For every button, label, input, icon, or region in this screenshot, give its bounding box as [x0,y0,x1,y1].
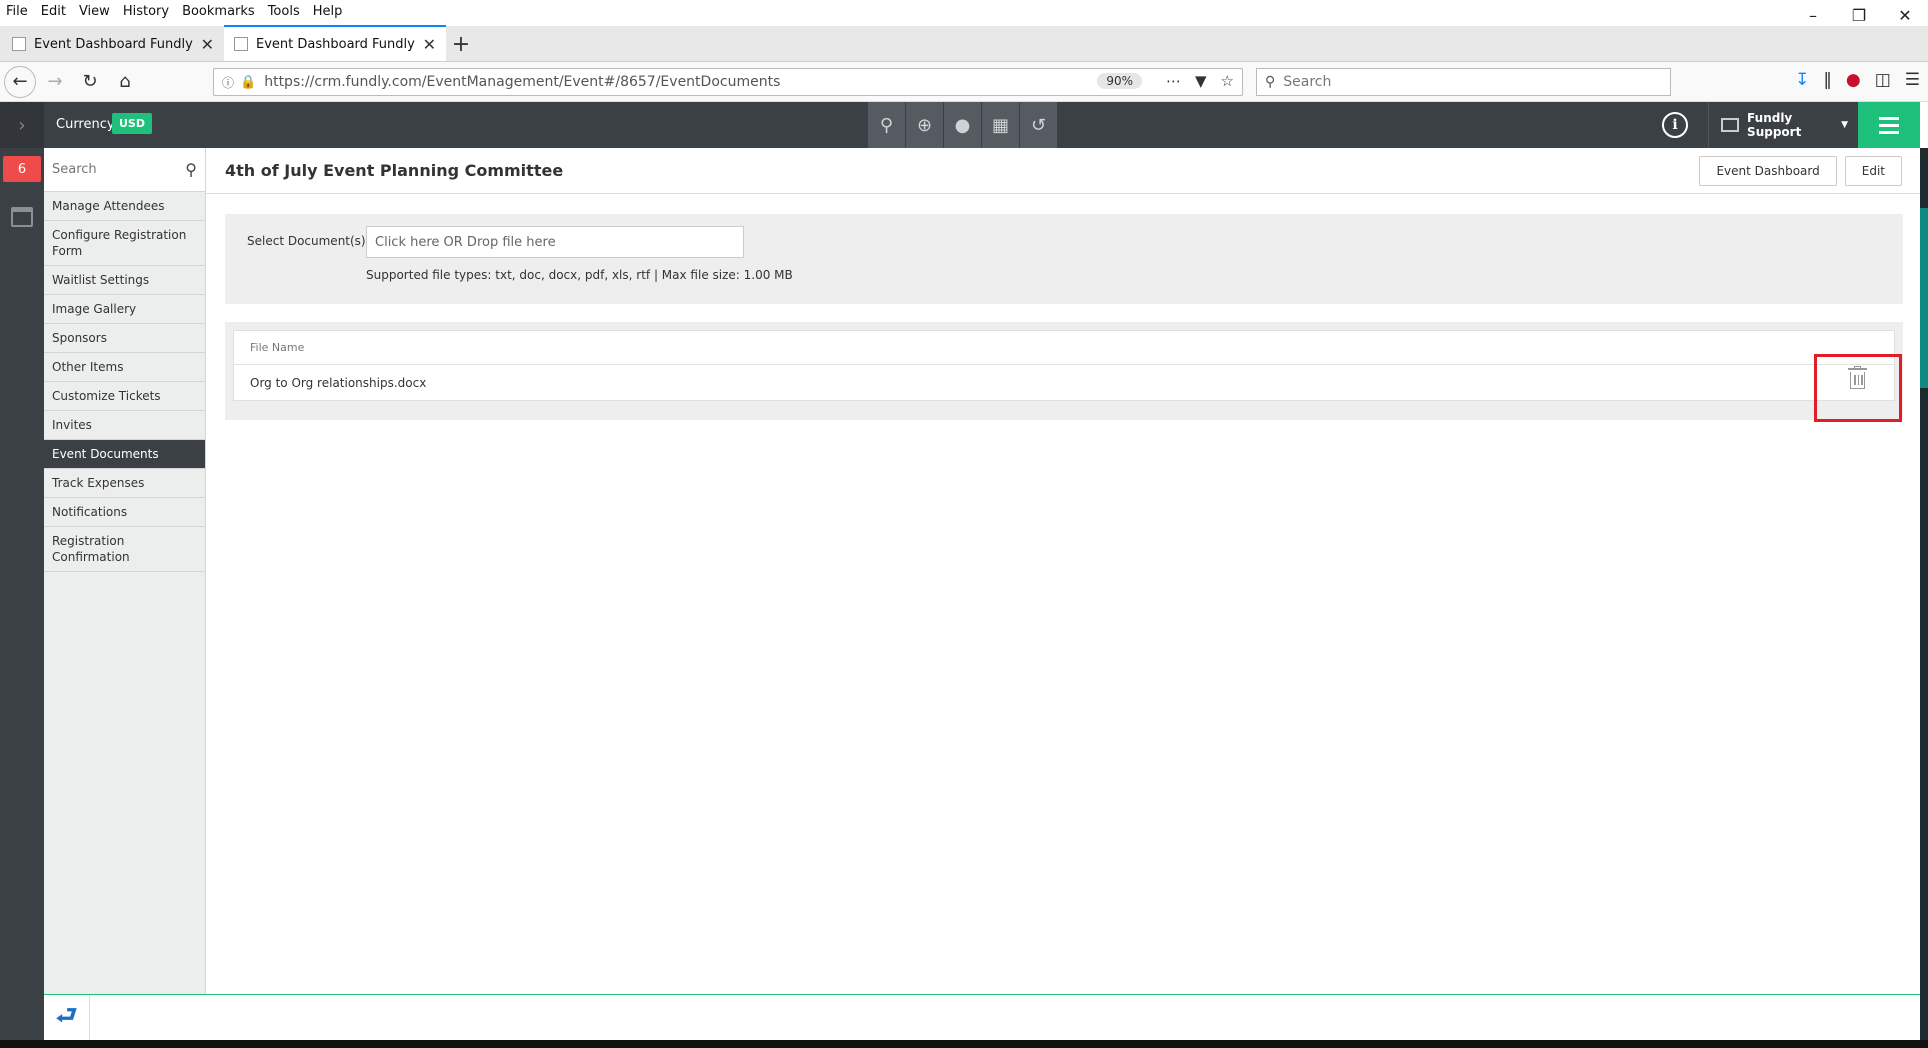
bookmark-star-icon[interactable]: ☆ [1221,72,1234,90]
caret-down-icon: ▼ [1841,120,1848,130]
select-documents-label: Select Document(s): [247,234,370,248]
sidebar-item-invites[interactable]: Invites [44,411,205,440]
close-icon[interactable]: ✕ [423,35,436,54]
tab-strip: Event Dashboard Fundly CRM ✕ Event Dashb… [0,25,1928,62]
back-icon[interactable]: ← [4,65,36,98]
footer-bar: ⮐ [44,994,1920,1041]
sidebar-item-sponsors[interactable]: Sponsors [44,324,205,353]
zoom-level[interactable]: 90% [1097,73,1142,89]
tab-title: Event Dashboard Fundly CRM [256,36,417,52]
info-icon[interactable]: i [1662,112,1688,138]
forward-icon[interactable]: → [39,66,71,98]
taskbar-strip [0,1040,1928,1048]
search-icon[interactable]: ⚲ [185,160,197,179]
browser-navbar: ← → ↻ ⌂ ⓘ 🔒 https://crm.fundly.com/Event… [0,62,1928,102]
pinterest-icon[interactable]: ● [1846,70,1861,90]
search-placeholder: Search [1283,74,1332,90]
page-icon [12,37,26,51]
toolbar-right: ↧ ‖ ● ◫ ☰ [1795,70,1920,90]
table-row: Org to Org relationships.docx [234,365,1894,400]
sidebar-item-customize-tickets[interactable]: Customize Tickets [44,382,205,411]
calendar-icon[interactable] [11,207,33,227]
upload-panel: Select Document(s): Click here OR Drop f… [225,214,1903,304]
sidebar-icon[interactable]: ◫ [1875,70,1891,90]
file-types-hint: Supported file types: txt, doc, docx, pd… [366,268,793,282]
tab-title: Event Dashboard Fundly CRM [34,36,195,52]
file-name[interactable]: Org to Org relationships.docx [250,376,426,390]
user-name: Fundly Support [1747,111,1802,139]
sidebar-item-image-gallery[interactable]: Image Gallery [44,295,205,324]
main-content: 4th of July Event Planning Committee Eve… [206,148,1920,994]
new-tab-icon[interactable]: + [446,27,476,61]
sidebar-item-event-documents[interactable]: Event Documents [44,440,205,469]
menu-file[interactable]: File [6,4,28,19]
browser-menu-icon[interactable]: ☰ [1905,70,1920,90]
notification-badge[interactable]: 6 [3,156,41,182]
browser-tab[interactable]: Event Dashboard Fundly CRM ✕ [2,27,224,61]
quick-tools: ⚲ ⊕ ● ▦ ↺ [868,102,1058,148]
lock-icon: 🔒 [240,74,257,90]
user-icon[interactable]: ● [944,102,981,148]
browser-search-input[interactable]: ⚲ Search [1256,68,1671,96]
header-actions: Event Dashboard Edit [1699,156,1902,186]
app-header: › Currency USD ⚲ ⊕ ● ▦ ↺ i Fundly Suppor… [0,102,1920,148]
menu-edit[interactable]: Edit [41,4,66,19]
pocket-icon[interactable]: ▼ [1195,72,1207,90]
menu-tools[interactable]: Tools [268,4,300,19]
sidebar-search: ⚲ [44,148,205,192]
currency-badge[interactable]: USD [112,113,152,134]
menu-bookmarks[interactable]: Bookmarks [182,4,255,19]
main-menu-button[interactable] [1858,102,1920,148]
currency-label: Currency [56,117,115,132]
page-title: 4th of July Event Planning Committee [225,161,564,180]
sidebar-item-manage-attendees[interactable]: Manage Attendees [44,192,205,221]
file-drop-zone[interactable]: Click here OR Drop file here [366,226,744,258]
download-icon[interactable]: ↧ [1795,70,1809,90]
menu-help[interactable]: Help [313,4,343,19]
page-header: 4th of July Event Planning Committee Eve… [206,148,1920,194]
search-icon: ⚲ [1265,74,1276,90]
event-dashboard-button[interactable]: Event Dashboard [1699,156,1837,186]
sidebar-search-input[interactable] [52,162,172,177]
close-icon[interactable]: ✕ [201,35,214,54]
user-menu[interactable]: Fundly Support ▼ [1708,102,1848,148]
footer-rail [0,994,44,1040]
edit-button[interactable]: Edit [1844,156,1902,186]
info-circle-icon[interactable]: ⓘ [222,74,234,91]
organization-icon[interactable]: ▦ [982,102,1019,148]
library-icon[interactable]: ‖ [1823,70,1832,90]
column-header-file-name: File Name [234,331,1894,365]
trash-icon[interactable] [1844,366,1871,396]
event-sidebar: ⚲ Manage Attendees Configure Registratio… [44,148,206,994]
sidebar-item-waitlist-settings[interactable]: Waitlist Settings [44,266,205,295]
home-icon[interactable]: ⌂ [109,66,141,98]
add-icon[interactable]: ⊕ [906,102,943,148]
documents-table: File Name Org to Org relationships.docx [233,330,1895,401]
scrollbar-thumb[interactable] [1920,208,1928,388]
page-icon [234,37,248,51]
sidebar-item-configure-registration-form[interactable]: Configure Registration Form [44,221,205,266]
documents-panel: File Name Org to Org relationships.docx [225,322,1903,420]
search-icon[interactable]: ⚲ [868,102,905,148]
browser-menubar: File Edit View History Bookmarks Tools H… [0,0,1928,22]
undo-icon[interactable]: ⮐ [44,995,90,1041]
menu-history[interactable]: History [123,4,169,19]
browser-tab-active[interactable]: Event Dashboard Fundly CRM ✕ [224,25,446,61]
sidebar-item-registration-confirmation[interactable]: Registration Confirmation [44,527,205,572]
url-text: https://crm.fundly.com/EventManagement/E… [264,74,781,90]
reload-icon[interactable]: ↻ [74,66,106,98]
sidebar-item-notifications[interactable]: Notifications [44,498,205,527]
history-icon[interactable]: ↺ [1020,102,1057,148]
left-icon-rail: 6 [0,148,44,994]
menu-view[interactable]: View [79,4,110,19]
expand-chevron-icon[interactable]: › [0,102,44,148]
sidebar-item-track-expenses[interactable]: Track Expenses [44,469,205,498]
more-icon[interactable]: ⋯ [1166,72,1181,90]
right-edge [1920,148,1928,1048]
id-card-icon [1721,118,1740,132]
sidebar-item-other-items[interactable]: Other Items [44,353,205,382]
url-actions: ⋯ ▼ ☆ [1166,72,1234,90]
url-bar[interactable]: ⓘ 🔒 https://crm.fundly.com/EventManageme… [213,68,1243,96]
